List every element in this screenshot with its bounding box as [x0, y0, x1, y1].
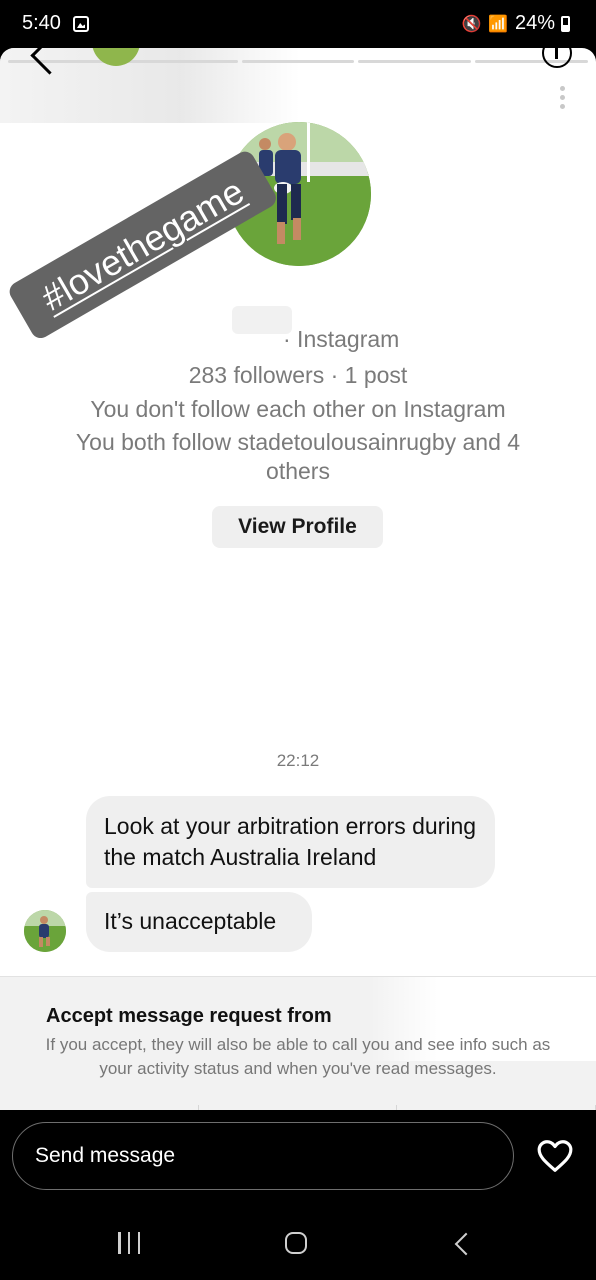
system-back-icon[interactable]: [454, 1232, 478, 1256]
story-progress-bars: [8, 60, 588, 63]
battery-icon: [561, 15, 570, 32]
message-bubble[interactable]: Look at your arbitration errors during t…: [86, 796, 495, 888]
message-timestamp: 22:12: [276, 751, 320, 770]
status-bar: 5:40 🔇 📶 24%: [0, 0, 596, 48]
mutual-follows-line-2: others: [266, 458, 330, 484]
dm-thread-screen: #lovethegame · Instagram 283 followers ·…: [0, 48, 596, 1110]
system-nav-bar: [0, 1210, 596, 1280]
heart-icon[interactable]: [536, 1138, 574, 1174]
platform-label: · Instagram: [283, 326, 400, 352]
follow-status: You don't follow each other on Instagram: [90, 396, 506, 422]
message-bubble[interactable]: It’s unacceptable: [86, 892, 312, 952]
request-title: Accept message request from: [46, 1005, 332, 1027]
status-time: 5:40: [22, 12, 61, 34]
recent-apps-icon[interactable]: [118, 1232, 140, 1254]
more-options-icon[interactable]: [560, 86, 566, 112]
gallery-icon: [73, 16, 89, 32]
view-profile-button[interactable]: View Profile: [212, 506, 383, 548]
sender-avatar-image: [24, 910, 66, 952]
request-description: If you accept, they will also be able to…: [45, 1035, 551, 1078]
home-icon[interactable]: [285, 1232, 307, 1254]
connectivity-icons: 🔇 📶: [461, 15, 509, 33]
battery-percent: 24%: [514, 12, 555, 34]
status-indicators: 🔇 📶 24%: [462, 12, 570, 35]
send-message-input[interactable]: Send message: [12, 1122, 514, 1190]
followers-count: 283 followers · 1 post: [188, 362, 408, 388]
mutual-follows-line-1: You both follow stadetoulousainrugby and…: [75, 429, 521, 455]
info-icon[interactable]: [542, 48, 572, 68]
message-request-panel: Accept message request from If you accep…: [0, 976, 596, 1110]
sender-avatar[interactable]: [24, 910, 66, 952]
request-action-dividers: [0, 1105, 596, 1110]
